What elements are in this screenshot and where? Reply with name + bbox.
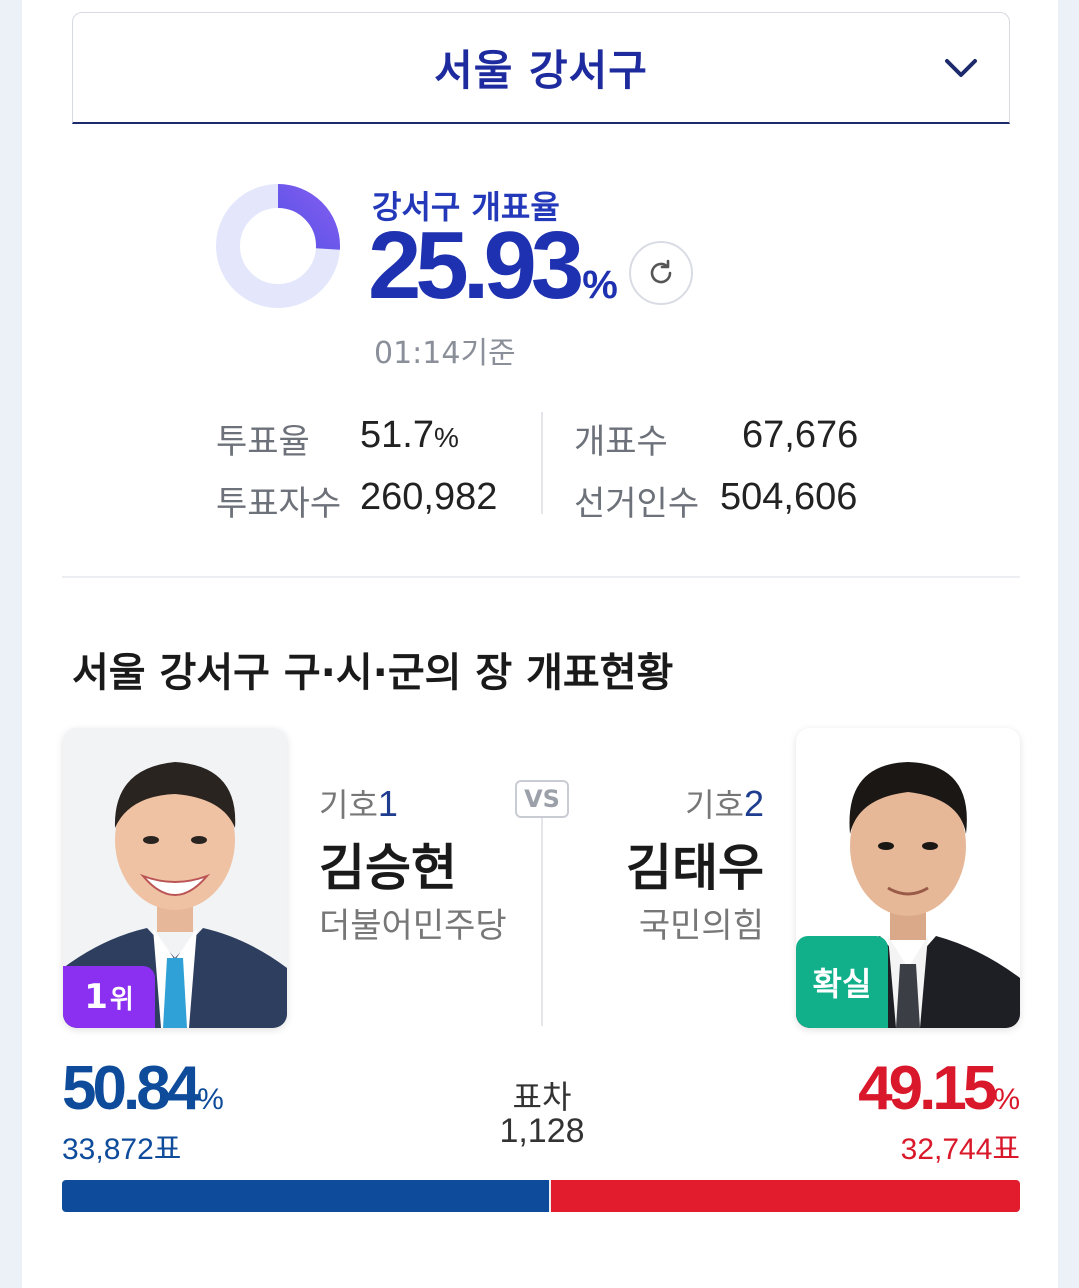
candidate-2-share-segment bbox=[551, 1180, 1020, 1212]
electorate-label: 선거인수 bbox=[574, 484, 700, 524]
candidate-1-name: 김승현 bbox=[319, 839, 457, 897]
refresh-icon bbox=[650, 259, 672, 284]
refresh-button[interactable] bbox=[629, 241, 693, 305]
voters-value: 260,982 bbox=[360, 476, 498, 518]
results-card: 서울 강서구 강서구 개표율 25.93% 01:14기준 투표율 51.7% … bbox=[22, 0, 1058, 1288]
confirmed-badge: 확실 bbox=[796, 936, 888, 1028]
electorate-value: 504,606 bbox=[720, 476, 858, 518]
candidate-1-party: 더불어민주당 bbox=[319, 906, 507, 946]
vs-divider bbox=[541, 818, 543, 1026]
candidate-1-votes: 33,872표 bbox=[62, 1133, 182, 1166]
candidate-2-percent: 49.15% bbox=[858, 1054, 1020, 1123]
region-title: 서울 강서구 bbox=[434, 46, 648, 95]
candidate-1-share-segment bbox=[62, 1180, 550, 1212]
vote-gap-value: 1,128 bbox=[499, 1112, 585, 1150]
candidate-2-number: 기호2 bbox=[685, 783, 764, 824]
region-dropdown[interactable]: 서울 강서구 bbox=[72, 12, 1010, 124]
candidate-1-percent: 50.84% bbox=[62, 1054, 224, 1123]
candidate-2-name: 김태우 bbox=[626, 839, 764, 897]
voters-label: 투표자수 bbox=[216, 484, 342, 524]
vs-badge: VS bbox=[515, 780, 569, 818]
count-timestamp: 01:14기준 bbox=[374, 336, 516, 371]
chevron-down-icon[interactable] bbox=[941, 51, 981, 85]
candidate-2-photo[interactable]: 확실 bbox=[796, 728, 1020, 1028]
stats-divider bbox=[541, 412, 543, 514]
candidate-2-party: 국민의힘 bbox=[638, 906, 764, 946]
candidate-2-votes: 32,744표 bbox=[900, 1133, 1020, 1166]
counted-value: 67,676 bbox=[742, 414, 859, 456]
section-divider bbox=[62, 576, 1020, 578]
turnout-label: 투표율 bbox=[216, 422, 310, 462]
turnout-value: 51.7% bbox=[360, 414, 459, 456]
candidate-1-number: 기호1 bbox=[319, 783, 398, 824]
rank-badge: 1위 bbox=[63, 966, 155, 1028]
vote-share-bar bbox=[62, 1180, 1020, 1212]
counted-label: 개표수 bbox=[574, 422, 668, 462]
count-rate-value: 25.93% bbox=[368, 212, 618, 319]
section-title: 서울 강서구 구·시·군의 장 개표현황 bbox=[72, 650, 674, 696]
count-rate-donut bbox=[216, 184, 340, 308]
candidate-1-photo[interactable]: 1위 bbox=[63, 728, 287, 1028]
